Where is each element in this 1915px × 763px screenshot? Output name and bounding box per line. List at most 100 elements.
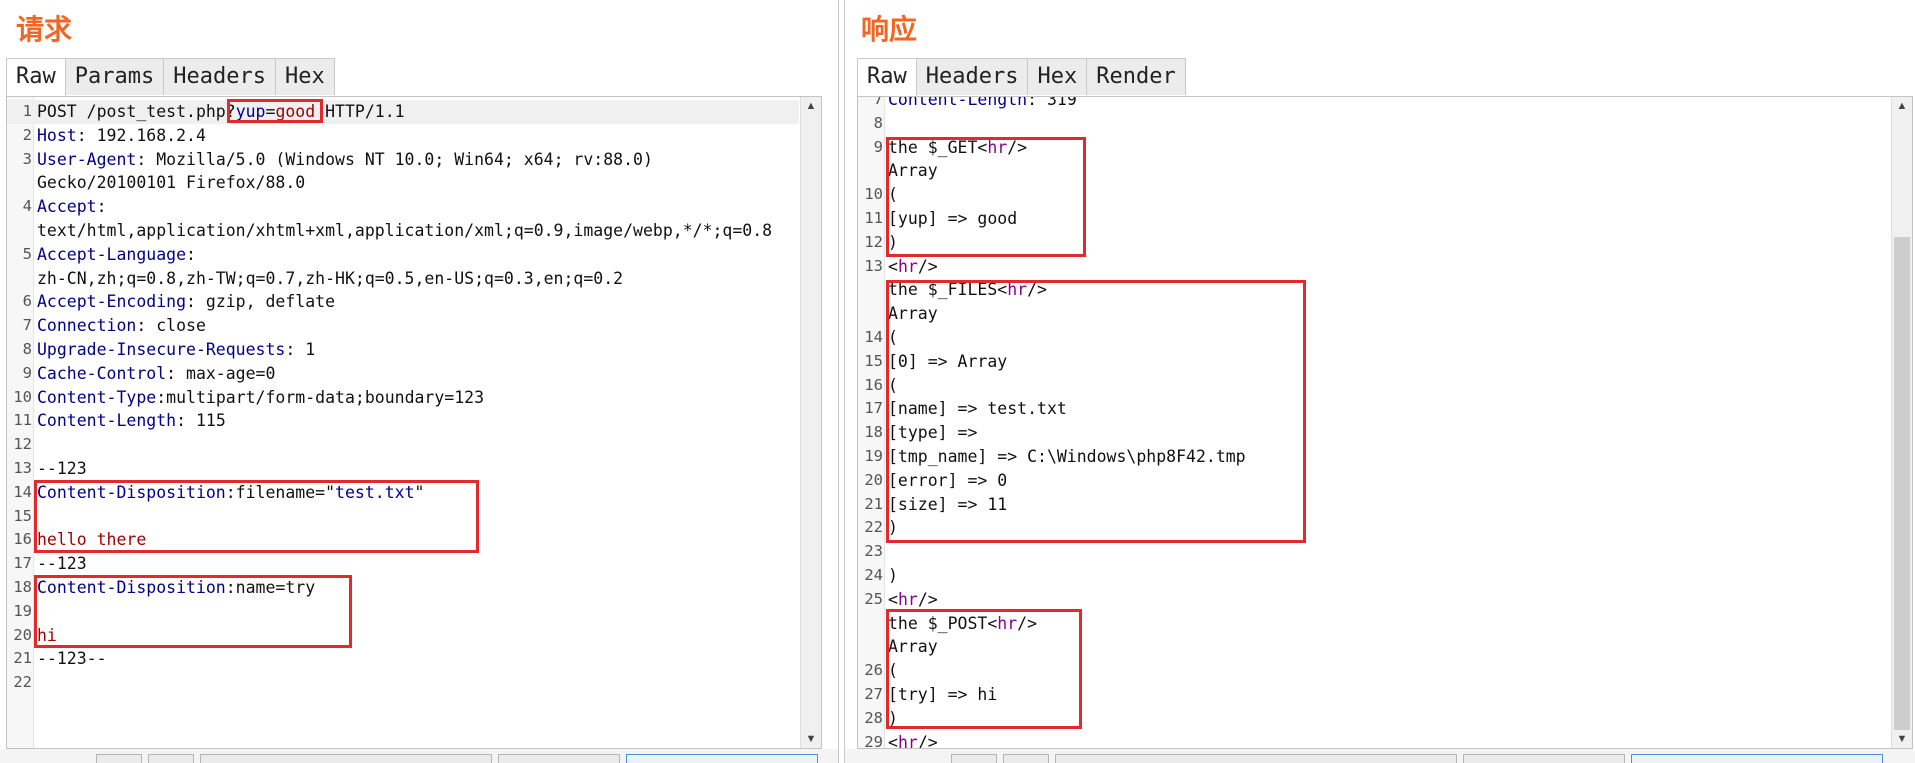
toolbar-btn[interactable] [1463, 754, 1625, 763]
toolbar-btn[interactable] [96, 754, 142, 763]
scroll-up-icon[interactable]: ▲ [801, 97, 821, 115]
code-line[interactable]: 5 Accept-Language: [7, 243, 799, 267]
line-number: 2 [22, 125, 32, 144]
code-line[interactable]: 20 hi [7, 624, 799, 648]
code-line[interactable]: 9 Cache-Control: max-age=0 [7, 362, 799, 386]
code-line[interactable]: 26 ( [858, 659, 1890, 683]
tab-raw[interactable]: Raw [6, 58, 66, 96]
code-text: Gecko/20100101 Firefox/88.0 [37, 171, 305, 195]
code-text: [0] => Array [888, 350, 1007, 374]
code-line[interactable]: 18 Content-Disposition:name=try [7, 576, 799, 600]
toolbar-btn[interactable] [951, 754, 997, 763]
code-line[interactable]: 1 POST /post_test.php?yup=good HTTP/1.1 [7, 100, 799, 124]
code-line[interactable]: zh-CN,zh;q=0.8,zh-TW;q=0.7,zh-HK;q=0.5,e… [7, 267, 799, 291]
code-line[interactable]: 25 <hr/> [858, 588, 1890, 612]
code-line[interactable]: 22) [858, 516, 1890, 540]
code-line[interactable]: 7 Content-Length: 319 [858, 97, 1890, 112]
code-line[interactable]: 16 hello there [7, 528, 799, 552]
code-line[interactable]: 13 --123 [7, 457, 799, 481]
code-token: ( [888, 327, 898, 347]
request-lines: 1 POST /post_test.php?yup=good HTTP/1.1 2 H… [7, 100, 799, 695]
toolbar-btn[interactable] [200, 754, 492, 763]
code-line[interactable]: 16 ( [858, 374, 1890, 398]
code-line[interactable]: 10 Content-Type:multipart/form-data;bound… [7, 386, 799, 410]
tab-hex[interactable]: Hex [274, 58, 335, 95]
code-line[interactable]: 22 [7, 671, 799, 695]
code-line[interactable]: 21 --123-- [7, 647, 799, 671]
scroll-thumb[interactable] [1894, 237, 1910, 730]
code-line[interactable]: 6 Accept-Encoding: gzip, deflate [7, 290, 799, 314]
toolbar-btn[interactable] [1631, 754, 1883, 763]
code-line[interactable]: 15 [7, 505, 799, 529]
code-line[interactable]: 29 <hr/> [858, 731, 1890, 748]
tab-headers[interactable]: Headers [163, 58, 276, 95]
code-line[interactable]: Array [858, 635, 1890, 659]
tab-raw[interactable]: Raw [857, 58, 917, 96]
code-line[interactable]: 11 Content-Length: 115 [7, 409, 799, 433]
code-line[interactable]: 21 [size] => 11 [858, 493, 1890, 517]
code-line[interactable]: 2 Host: 192.168.2.4 [7, 124, 799, 148]
code-line[interactable]: 8 Upgrade-Insecure-Requests: 1 [7, 338, 799, 362]
code-line[interactable]: 13 <hr/> [858, 255, 1890, 279]
scroll-down-icon[interactable]: ▼ [801, 730, 821, 748]
code-line[interactable]: 3 User-Agent: Mozilla/5.0 (Windows NT 10.… [7, 148, 799, 172]
code-line[interactable]: the $_FILES<hr/> [858, 278, 1890, 302]
code-line[interactable]: 7 Connection: close [7, 314, 799, 338]
scroll-down-icon[interactable]: ▼ [1892, 730, 1912, 748]
code-token: :filename=" [225, 482, 336, 502]
request-editor[interactable]: 1 POST /post_test.php?yup=good HTTP/1.1 2 H… [6, 96, 822, 749]
code-line[interactable]: the $_POST<hr/> [858, 612, 1890, 636]
toolbar-btn[interactable] [498, 754, 620, 763]
line-number: 15 [864, 351, 883, 370]
code-line[interactable]: 27 [try] => hi [858, 683, 1890, 707]
tab-hex[interactable]: Hex [1027, 58, 1088, 95]
code-line[interactable]: 8 [858, 112, 1890, 136]
code-line[interactable]: 28) [858, 707, 1890, 731]
code-token: Accept-Language [37, 244, 187, 264]
code-line[interactable]: 4 Accept: [7, 195, 799, 219]
code-line[interactable]: 10 ( [858, 183, 1890, 207]
code-line[interactable]: Array [858, 302, 1890, 326]
code-token: : Mozilla/5.0 (Windows NT 10.0; Win64; x… [136, 149, 653, 169]
code-token: hi [37, 625, 57, 645]
code-token: Content-Length [37, 411, 177, 431]
code-line[interactable]: 17 --123 [7, 552, 799, 576]
code-line[interactable]: 14 ( [858, 326, 1890, 350]
code-line[interactable]: 12 [7, 433, 799, 457]
code-text: [name] => test.txt [888, 397, 1067, 421]
line-number: 18 [864, 423, 883, 442]
line-number: 17 [13, 554, 32, 573]
code-text: ) [888, 707, 898, 731]
code-text: the $_FILES<hr/> [888, 278, 1047, 302]
vertical-scrollbar[interactable]: ▲ ▼ [1891, 97, 1912, 748]
code-token: hr [1007, 280, 1028, 300]
code-line[interactable]: Array [858, 159, 1890, 183]
scroll-thumb[interactable] [803, 115, 819, 730]
code-line[interactable]: 17 [name] => test.txt [858, 397, 1890, 421]
code-line[interactable]: Gecko/20100101 Firefox/88.0 [7, 171, 799, 195]
code-line[interactable]: 20 [error] => 0 [858, 469, 1890, 493]
scroll-up-icon[interactable]: ▲ [1892, 97, 1912, 115]
code-token: Accept [37, 197, 97, 217]
response-editor[interactable]: 7 Content-Length: 319 8 9 the $_GET<hr/> Arra… [857, 96, 1913, 749]
code-line[interactable]: 23 [858, 540, 1890, 564]
code-line[interactable]: 14 Content-Disposition:filename="test.txt… [7, 481, 799, 505]
code-line[interactable]: 15 [0] => Array [858, 350, 1890, 374]
code-line[interactable]: 19 [7, 600, 799, 624]
code-line[interactable]: 19 [tmp_name] => C:\Windows\php8F42.tmp [858, 445, 1890, 469]
code-line[interactable]: 24) [858, 564, 1890, 588]
toolbar-btn[interactable] [626, 754, 818, 763]
code-line[interactable]: 12) [858, 231, 1890, 255]
tab-headers[interactable]: Headers [915, 58, 1029, 95]
code-token: < [987, 613, 998, 633]
code-line[interactable]: text/html,application/xhtml+xml,applicat… [7, 219, 799, 243]
toolbar-btn[interactable] [1003, 754, 1049, 763]
toolbar-btn[interactable] [148, 754, 194, 763]
vertical-scrollbar[interactable]: ▲ ▼ [800, 97, 821, 748]
tab-render[interactable]: Render [1086, 58, 1186, 95]
code-line[interactable]: 11 [yup] => good [858, 207, 1890, 231]
toolbar-btn[interactable] [1055, 754, 1457, 763]
code-line[interactable]: 9 the $_GET<hr/> [858, 136, 1890, 160]
tab-params[interactable]: Params [64, 58, 165, 95]
code-line[interactable]: 18 [type] => [858, 421, 1890, 445]
